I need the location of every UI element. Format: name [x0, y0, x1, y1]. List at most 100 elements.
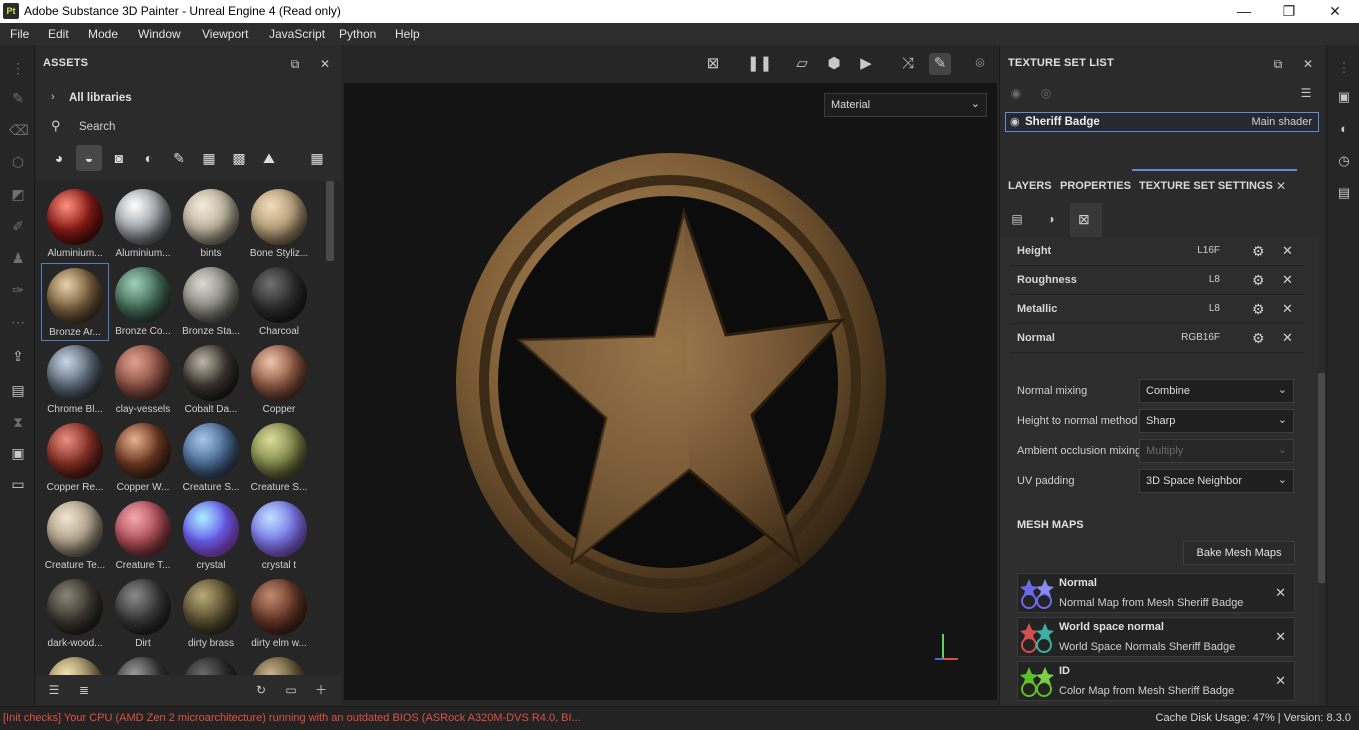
status-error-message[interactable]: [Init checks] Your CPU (AMD Zen 2 microa…: [3, 712, 581, 724]
paint-mode-icon[interactable]: ✎: [929, 53, 951, 75]
texture-set-row[interactable]: ◉ Sheriff Badge Main shader: [1005, 112, 1319, 132]
smudge-icon[interactable]: ✐: [9, 217, 27, 235]
camera-icon[interactable]: ▶: [855, 53, 877, 75]
asset-thumbnail[interactable]: [109, 653, 177, 675]
paint-brush-icon[interactable]: ✎: [9, 89, 27, 107]
remove-icon[interactable]: ✕: [1275, 585, 1286, 601]
mesh-map-card[interactable]: ID Color Map from Mesh Sheriff Badge ✕: [1017, 661, 1295, 701]
menu-window[interactable]: Window: [138, 27, 181, 41]
projection-icon[interactable]: ⬡: [9, 153, 27, 171]
library-selector[interactable]: All libraries: [69, 92, 132, 104]
alpha-filter-icon[interactable]: ▩: [226, 145, 252, 171]
assets-scrollbar[interactable]: [326, 181, 334, 261]
shelf-icon[interactable]: ▤: [9, 381, 27, 399]
menu-javascript[interactable]: JavaScript: [269, 27, 325, 41]
menu-edit[interactable]: Edit: [48, 27, 69, 41]
tab-texture-set-settings[interactable]: TEXTURE SET SETTINGS: [1139, 180, 1273, 192]
eye-icon[interactable]: ◎: [1038, 85, 1054, 101]
bake-mesh-maps-button[interactable]: Bake Mesh Maps: [1183, 541, 1295, 565]
mesh-map-card[interactable]: World space normal World Space Normals S…: [1017, 617, 1295, 657]
gear-icon[interactable]: ⚙: [1252, 243, 1265, 260]
asset-thumbnail[interactable]: dark-wood...: [41, 575, 109, 653]
asset-thumbnail[interactable]: dirty brass: [177, 575, 245, 653]
menu-file[interactable]: File: [10, 27, 29, 41]
symmetry-icon[interactable]: ⤨: [897, 53, 919, 75]
search-input[interactable]: Search: [79, 121, 115, 133]
asset-thumbnail[interactable]: Creature T...: [109, 497, 177, 575]
asset-thumbnail[interactable]: Charcoal: [245, 263, 313, 341]
menu-icon[interactable]: ☰: [1298, 85, 1314, 101]
asset-thumbnail[interactable]: Chrome Bl...: [41, 341, 109, 419]
tree-list-icon[interactable]: ≣: [76, 682, 92, 698]
channel-row[interactable]: Roughness L8 ⚙ ✕: [1010, 266, 1305, 295]
filter-list-icon[interactable]: ☰: [46, 682, 62, 698]
export-icon[interactable]: ⇪: [9, 347, 27, 365]
close-panel-icon[interactable]: ✕: [317, 56, 333, 72]
asset-thumbnail[interactable]: crystal t: [245, 497, 313, 575]
remove-icon[interactable]: ✕: [1282, 243, 1293, 259]
asset-thumbnail[interactable]: Bronze Sta...: [177, 263, 245, 341]
asset-thumbnail[interactable]: Copper Re...: [41, 419, 109, 497]
pause-icon[interactable]: ❚❚: [747, 53, 772, 75]
mask-filter-icon[interactable]: ◙: [106, 145, 132, 171]
book-icon[interactable]: ▭: [9, 475, 27, 493]
asset-thumbnail[interactable]: [41, 653, 109, 675]
remove-icon[interactable]: ✕: [1275, 629, 1286, 645]
remove-icon[interactable]: ✕: [1282, 330, 1293, 346]
asset-thumbnail[interactable]: Creature Te...: [41, 497, 109, 575]
remove-icon[interactable]: ✕: [1282, 301, 1293, 317]
shader-icon[interactable]: ◑: [1043, 211, 1059, 227]
texture-filter-icon[interactable]: ▦: [196, 145, 222, 171]
remove-icon[interactable]: ✕: [1282, 272, 1293, 288]
channel-format[interactable]: L8: [1160, 303, 1220, 314]
close-button[interactable]: ✕: [1312, 0, 1358, 23]
tab-layers[interactable]: LAYERS: [1008, 180, 1052, 192]
shader-settings-icon[interactable]: ◐: [1335, 120, 1353, 138]
asset-thumbnail[interactable]: [245, 653, 313, 675]
minimize-button[interactable]: —: [1221, 0, 1267, 23]
channel-row[interactable]: Height L16F ⚙ ✕: [1010, 237, 1305, 266]
asset-thumbnail[interactable]: bints: [177, 185, 245, 263]
setting-dropdown[interactable]: Sharp ⌄: [1139, 409, 1294, 433]
undock-icon[interactable]: ⧉: [1270, 56, 1286, 72]
menu-help[interactable]: Help: [395, 27, 420, 41]
asset-thumbnail[interactable]: Creature S...: [245, 419, 313, 497]
folder-icon[interactable]: ▭: [283, 682, 299, 698]
gear-icon[interactable]: ⚙: [1252, 272, 1265, 289]
environment-filter-icon[interactable]: ⛰: [256, 145, 282, 171]
menu-viewport[interactable]: Viewport: [202, 27, 248, 41]
menu-mode[interactable]: Mode: [88, 27, 118, 41]
asset-thumbnail[interactable]: [177, 653, 245, 675]
display-mode-dropdown[interactable]: Material ⌄: [824, 93, 987, 117]
asset-thumbnail[interactable]: Cobalt Da...: [177, 341, 245, 419]
asset-thumbnail[interactable]: Aluminium...: [41, 185, 109, 263]
maximize-button[interactable]: ❐: [1266, 0, 1312, 23]
clone-stamp-icon[interactable]: ♟: [9, 249, 27, 267]
asset-thumbnail[interactable]: Copper: [245, 341, 313, 419]
gear-icon[interactable]: ⚙: [1252, 330, 1265, 347]
chevron-right-icon[interactable]: ›: [51, 91, 55, 103]
viewport[interactable]: ⊠ ❚❚ ▱ ⬢ ▶ ⤨ ✎ ⌾ Material ⌄: [344, 45, 997, 700]
screenshot-icon[interactable]: ⌾: [969, 53, 991, 75]
tab-properties[interactable]: PROPERTIES: [1060, 180, 1131, 192]
eye-icon[interactable]: ◉: [1008, 85, 1024, 101]
brush-filter-icon[interactable]: ✎: [166, 145, 192, 171]
polygon-fill-icon[interactable]: ◩: [9, 185, 27, 203]
channel-format[interactable]: RGB16F: [1160, 332, 1220, 343]
resolution-tab[interactable]: ⊠: [1070, 203, 1102, 237]
asset-thumbnail[interactable]: Aluminium...: [109, 185, 177, 263]
asset-thumbnail[interactable]: Copper W...: [109, 419, 177, 497]
setting-dropdown[interactable]: 3D Space Neighbor ⌄: [1139, 469, 1294, 493]
material-filter-icon[interactable]: ◕: [46, 145, 72, 171]
visibility-icon[interactable]: ◉: [1010, 115, 1020, 128]
channel-row[interactable]: Metallic L8 ⚙ ✕: [1010, 295, 1305, 324]
add-icon[interactable]: ＋: [313, 682, 329, 698]
close-panel-icon[interactable]: ✕: [1300, 56, 1316, 72]
asset-thumbnail[interactable]: Bronze Co...: [109, 263, 177, 341]
view-3d-icon[interactable]: ⬢: [823, 53, 845, 75]
generator-filter-icon[interactable]: ◐: [136, 145, 162, 171]
channels-icon[interactable]: ▤: [1009, 211, 1025, 227]
asset-thumbnail[interactable]: Creature S...: [177, 419, 245, 497]
menu-python[interactable]: Python: [339, 27, 376, 41]
setting-dropdown[interactable]: Combine ⌄: [1139, 379, 1294, 403]
